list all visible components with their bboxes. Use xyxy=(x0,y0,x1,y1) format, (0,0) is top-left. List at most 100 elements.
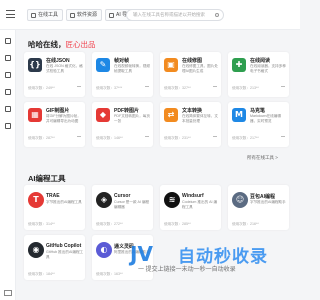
search-input[interactable]: 输入在线工具名称或描述以开始搜索 xyxy=(126,9,224,21)
tool-card[interactable]: {} 在线JSON 在线 JSON 格式化，格式校验工具 使用次数：249** xyxy=(24,52,85,97)
more-icon[interactable] xyxy=(145,86,149,88)
home-icon[interactable] xyxy=(5,38,11,44)
card-visits: 使用次数：37*** xyxy=(96,86,123,90)
book-icon[interactable] xyxy=(5,123,11,129)
card-name: 在线JSON xyxy=(46,58,70,64)
top-bar: 在线工具 软件资源 AI 导航 输入在线工具名称或描述以开始搜索 xyxy=(0,0,300,30)
pdf-icon: ◆ xyxy=(96,108,110,122)
watermark-logo: JV xyxy=(130,242,153,266)
card-desc: 在线阅读器，支持多种电子书格式 xyxy=(250,64,286,73)
card-desc: 在线 JSON 格式化，格式校验工具 xyxy=(46,64,83,73)
card-desc: Codeium 推出的 AI 编程工具 xyxy=(182,200,218,209)
json-icon: {} xyxy=(28,58,42,72)
ai-tool-card[interactable]: T TRAE 字节推出的AI编程工具 使用次数：314** xyxy=(24,185,85,230)
box-icon xyxy=(70,12,76,18)
card-visits: 使用次数：285** xyxy=(164,222,191,226)
document-icon[interactable] xyxy=(5,89,11,95)
lingma-icon: ◐ xyxy=(96,242,112,258)
all-tools-link[interactable]: 所有在线工具 > xyxy=(247,155,278,161)
tab-label: 在线工具 xyxy=(38,12,59,18)
tool-card[interactable]: ✚ 在线阅读 在线阅读器，支持多种电子书格式 使用次数：213** xyxy=(228,52,289,97)
card-name: TRAE xyxy=(46,193,60,199)
avatar-icon: ☺ xyxy=(232,192,248,208)
card-desc: 在线修图工具，图片处理AI图片生成 xyxy=(182,64,218,73)
tool-card[interactable]: ▦ GIF制图片 将GIF分解为图片帧，并可编辑导出为动图 使用次数：287** xyxy=(24,102,85,147)
collapse-icon[interactable] xyxy=(4,290,12,296)
top-nav: 在线工具 软件资源 AI 导航 xyxy=(27,9,138,21)
github-icon: ◉ xyxy=(28,242,44,258)
tool-card[interactable]: ◆ PDF转图片 PDF文档转图片，每页一张 使用次数：146** xyxy=(92,102,153,147)
tab-software[interactable]: 软件资源 xyxy=(66,9,103,21)
card-name: 在线阅读 xyxy=(250,58,271,64)
photo-edit-icon: ▣ xyxy=(164,58,178,72)
title-text: 哈哈在线， xyxy=(28,40,66,49)
more-icon[interactable] xyxy=(281,136,285,138)
card-desc: Cursor 是一款 AI 编程编辑器 xyxy=(114,200,150,209)
code-icon[interactable] xyxy=(5,106,11,112)
search-placeholder: 输入在线工具名称或描述以开始搜索 xyxy=(133,12,205,17)
card-visits: 使用次数：146** xyxy=(96,136,123,140)
card-visits: 使用次数：217** xyxy=(232,136,259,140)
card-desc: 字节推出的AI编程工具 xyxy=(46,200,82,204)
card-desc: 在线简体繁体互转，文本批量处理 xyxy=(182,114,218,123)
card-desc: 将GIF分解为图片帧，并可编辑导出为动图 xyxy=(46,114,81,123)
tab-online-tools[interactable]: 在线工具 xyxy=(27,9,64,21)
ai-tool-card[interactable]: ◈ Cursor Cursor 是一款 AI 编程编辑器 使用次数：272** xyxy=(92,185,153,230)
windsurf-icon: ≋ xyxy=(164,192,180,208)
card-visits: 使用次数：249** xyxy=(28,86,55,90)
menu-icon[interactable] xyxy=(6,10,15,18)
book-icon: ✚ xyxy=(232,58,246,72)
card-visits: 使用次数：213** xyxy=(232,86,259,90)
search-icon[interactable] xyxy=(215,13,219,17)
more-icon[interactable] xyxy=(213,136,217,138)
sidebar xyxy=(0,30,16,300)
card-desc: 字节推出的AI编程助手 xyxy=(250,200,286,204)
cursor-icon: ◈ xyxy=(96,192,112,208)
card-visits: 使用次数：287** xyxy=(28,136,55,140)
gif-icon: ▦ xyxy=(28,108,42,122)
convert-icon: ⇄ xyxy=(164,108,178,122)
more-icon[interactable] xyxy=(145,136,149,138)
card-visits: 使用次数：314** xyxy=(28,222,55,226)
ai-tool-card[interactable]: ◉ GitHub Copilot GitHub 推出的AI编程工具 使用次数：1… xyxy=(24,235,85,280)
markdown-icon: M xyxy=(232,108,246,122)
card-desc: PDF文档转图片，每页一张 xyxy=(114,114,150,123)
trae-icon: T xyxy=(28,192,44,208)
card-visits: 使用次数：184** xyxy=(28,272,55,276)
tools-icon[interactable] xyxy=(5,72,11,78)
card-visits: 使用次数：272** xyxy=(96,222,123,226)
card-name: 豆包AI编程 xyxy=(250,194,276,200)
section-title: 哈哈在线，匠心出品 xyxy=(28,39,96,50)
card-visits: 使用次数：231** xyxy=(164,136,191,140)
card-name: GIF制图片 xyxy=(46,108,70,114)
card-name: Cursor xyxy=(114,193,131,199)
tool-card[interactable]: ⇄ 文本转换 在线简体繁体互转，文本批量处理 使用次数：231** xyxy=(160,102,221,147)
card-name: 在线修图 xyxy=(182,58,203,64)
tool-card[interactable]: M 马克笔 Markdown在线编辑器，实时预览 使用次数：217** xyxy=(228,102,289,147)
card-visits: 使用次数：327** xyxy=(164,86,191,90)
card-desc: Markdown在线编辑器，实时预览 xyxy=(250,114,281,123)
tab-label: 软件资源 xyxy=(77,12,98,18)
watermark-subtitle: 一 提交上链接一未动一秒一自动收录 xyxy=(138,267,236,273)
card-visits: 使用次数：216** xyxy=(232,222,259,226)
pen-icon: ✎ xyxy=(96,58,110,72)
card-name: 马克笔 xyxy=(250,108,266,114)
more-icon[interactable] xyxy=(77,86,81,88)
section-title-ai: AI编程工具 xyxy=(28,174,66,183)
image-icon[interactable] xyxy=(5,55,11,61)
grid-icon xyxy=(31,12,36,18)
card-desc: 在线视频帧转换，视频帧提取工具 xyxy=(114,64,150,73)
more-icon[interactable] xyxy=(213,86,217,88)
title-accent: 匠心出品 xyxy=(65,40,96,49)
more-icon[interactable] xyxy=(281,86,285,88)
card-name: Windsurf xyxy=(182,193,204,199)
ai-tool-card[interactable]: ≋ Windsurf Codeium 推出的 AI 编程工具 使用次数：285*… xyxy=(160,185,221,230)
tool-card[interactable]: ▣ 在线修图 在线修图工具，图片处理AI图片生成 使用次数：327** xyxy=(160,52,221,97)
card-name: PDF转图片 xyxy=(114,108,140,114)
ai-tool-card[interactable]: ☺ 豆包AI编程 字节推出的AI编程助手 使用次数：216** xyxy=(228,185,289,230)
card-name: GitHub Copilot xyxy=(46,243,82,249)
card-name: 帧对帧 xyxy=(114,58,130,64)
more-icon[interactable] xyxy=(77,136,81,138)
card-desc: GitHub 推出的AI编程工具 xyxy=(46,250,84,259)
tool-card[interactable]: ✎ 帧对帧 在线视频帧转换，视频帧提取工具 使用次数：37*** xyxy=(92,52,153,97)
